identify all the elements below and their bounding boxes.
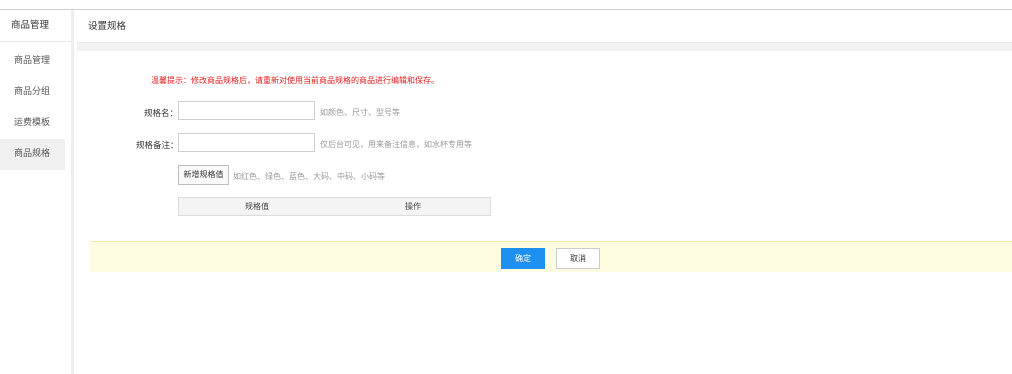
sidebar-item-product-specs[interactable]: 商品规格: [0, 139, 65, 170]
sidebar-item-product-groups[interactable]: 商品分组: [0, 77, 71, 108]
sidebar: 商品管理 商品管理 商品分组 运费模板 商品规格: [0, 10, 74, 374]
add-spec-value-button[interactable]: 新增规格值: [178, 165, 229, 185]
spec-note-label: 规格备注：: [136, 141, 179, 151]
table-header-spec-value: 规格值: [245, 202, 269, 211]
spec-values-table: 规格值 操作: [178, 197, 491, 216]
action-bar: [90, 241, 1012, 272]
sidebar-item-shipping-templates[interactable]: 运费模板: [0, 108, 71, 139]
table-header-actions: 操作: [405, 202, 421, 211]
spec-name-input[interactable]: [178, 101, 315, 120]
sidebar-item-product-management[interactable]: 商品管理: [0, 46, 71, 77]
sidebar-title: 商品管理: [0, 10, 71, 42]
warning-notice: 温馨提示：修改商品规格后，请重新对使用当前商品规格的商品进行编辑和保存。: [151, 76, 439, 85]
page-header: 设置规格: [77, 10, 1012, 43]
spec-name-label: 规格名：: [144, 109, 179, 119]
spec-name-hint: 如颜色、尺寸、型号等: [320, 108, 400, 117]
header-separator: [77, 43, 1012, 51]
add-spec-value-hint: 如红色、绿色、蓝色、大码、中码、小码等: [233, 172, 385, 181]
confirm-button[interactable]: 确定: [501, 248, 545, 269]
spec-note-input[interactable]: [178, 133, 315, 152]
page-title: 设置规格: [88, 21, 127, 32]
spec-note-hint: 仅后台可见，用来备注信息，如水杯专用等: [320, 140, 472, 149]
sidebar-menu: 商品管理 商品分组 运费模板 商品规格: [0, 42, 71, 170]
cancel-button[interactable]: 取消: [556, 248, 600, 269]
